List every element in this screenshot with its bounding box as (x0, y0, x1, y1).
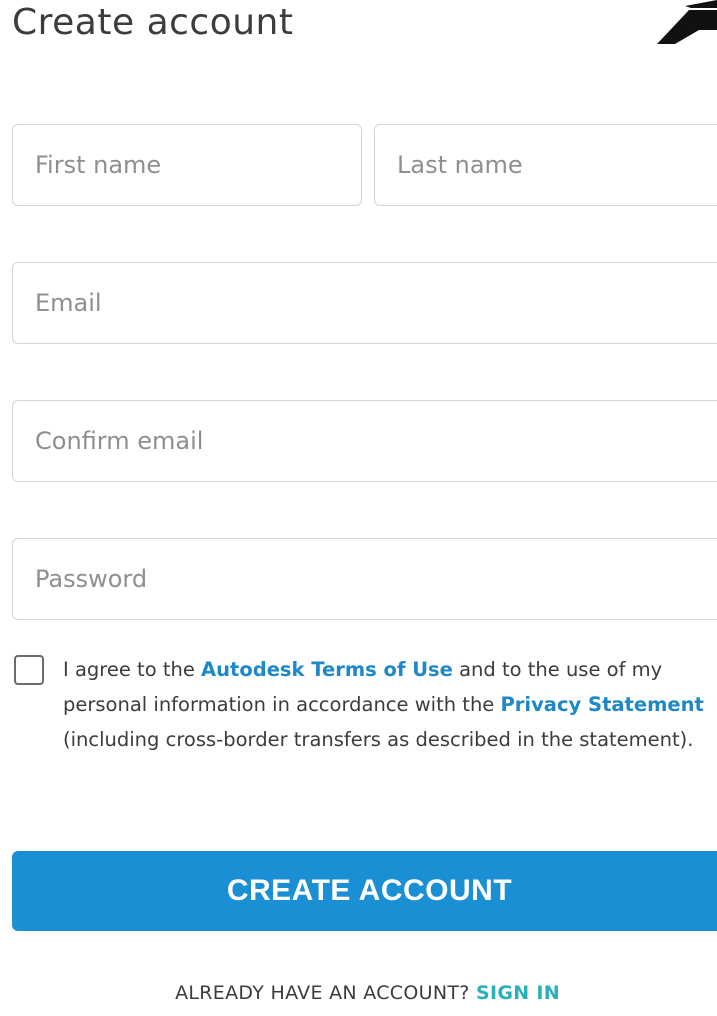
sign-in-prompt: ALREADY HAVE AN ACCOUNT? SIGN IN (0, 982, 717, 1004)
sign-in-link[interactable]: SIGN IN (476, 982, 560, 1004)
first-name-field[interactable] (12, 124, 362, 206)
create-account-button[interactable]: CREATE ACCOUNT (12, 851, 717, 931)
password-field[interactable] (12, 538, 717, 620)
autodesk-logo-icon (657, 0, 717, 44)
agreement-text-1: I agree to the (63, 658, 202, 681)
terms-checkbox[interactable] (14, 655, 44, 685)
terms-agreement-text: I agree to the Autodesk Terms of Use and… (63, 652, 717, 757)
privacy-statement-link[interactable]: Privacy Statement (501, 693, 704, 716)
confirm-email-field[interactable] (12, 400, 717, 482)
create-account-page: Create account I agree to the Autodesk T… (0, 0, 717, 1016)
already-have-account-text: ALREADY HAVE AN ACCOUNT? (175, 982, 476, 1004)
last-name-field[interactable] (374, 124, 717, 206)
agreement-text-3: (including cross-border transfers as des… (63, 728, 694, 751)
email-field[interactable] (12, 262, 717, 344)
terms-of-use-link[interactable]: Autodesk Terms of Use (201, 658, 453, 681)
page-title: Create account (12, 2, 294, 43)
